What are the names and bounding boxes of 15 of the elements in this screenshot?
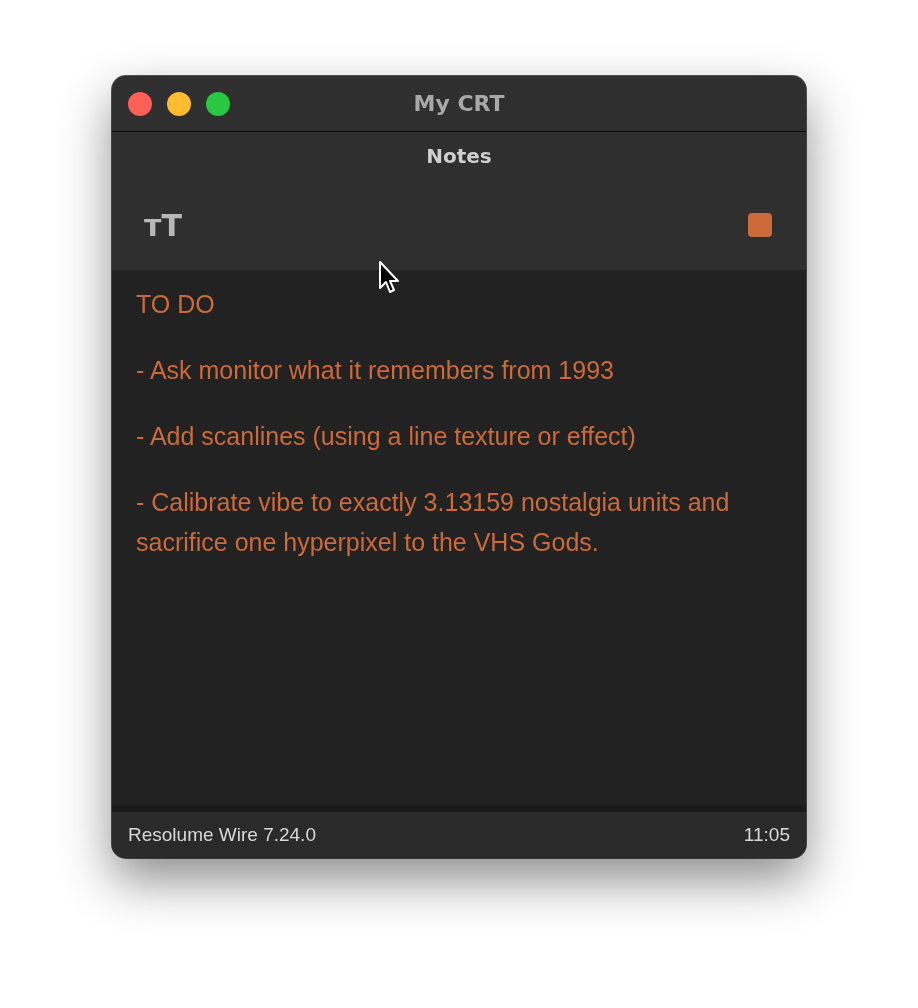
- pointer-icon: [378, 260, 400, 294]
- minimize-button[interactable]: [167, 92, 191, 116]
- note-editor[interactable]: TO DO - Ask monitor what it remembers from 1993 - Add scanlines (using a line texture or effect) - Calibrate vibe to exactly 3.13159 nostalgia units and sacrifice one hyperpixel to the VHS Gods.: [112, 270, 806, 812]
- note-text: - Add scanlines (using a line texture or effect): [136, 421, 637, 452]
- note-text: - Ask monitor what it remembers from 1993: [136, 355, 615, 386]
- zoom-button[interactable]: [206, 92, 230, 116]
- note-text: - Calibrate vibe to exactly 3.13159 nostalgia units and sacrifice one hyperpixel to the VHS Gods.: [136, 487, 731, 558]
- window-title: My CRT: [413, 91, 505, 116]
- app-version: Resolume Wire 7.24.0: [128, 824, 316, 846]
- panel-title: Notes: [426, 144, 492, 168]
- note-text: TO DO: [136, 289, 216, 320]
- font-size-button[interactable]: ᴛT: [144, 207, 182, 243]
- close-button[interactable]: [128, 92, 152, 116]
- clock-time: 11:05: [743, 824, 790, 846]
- color-swatch[interactable]: [748, 213, 772, 237]
